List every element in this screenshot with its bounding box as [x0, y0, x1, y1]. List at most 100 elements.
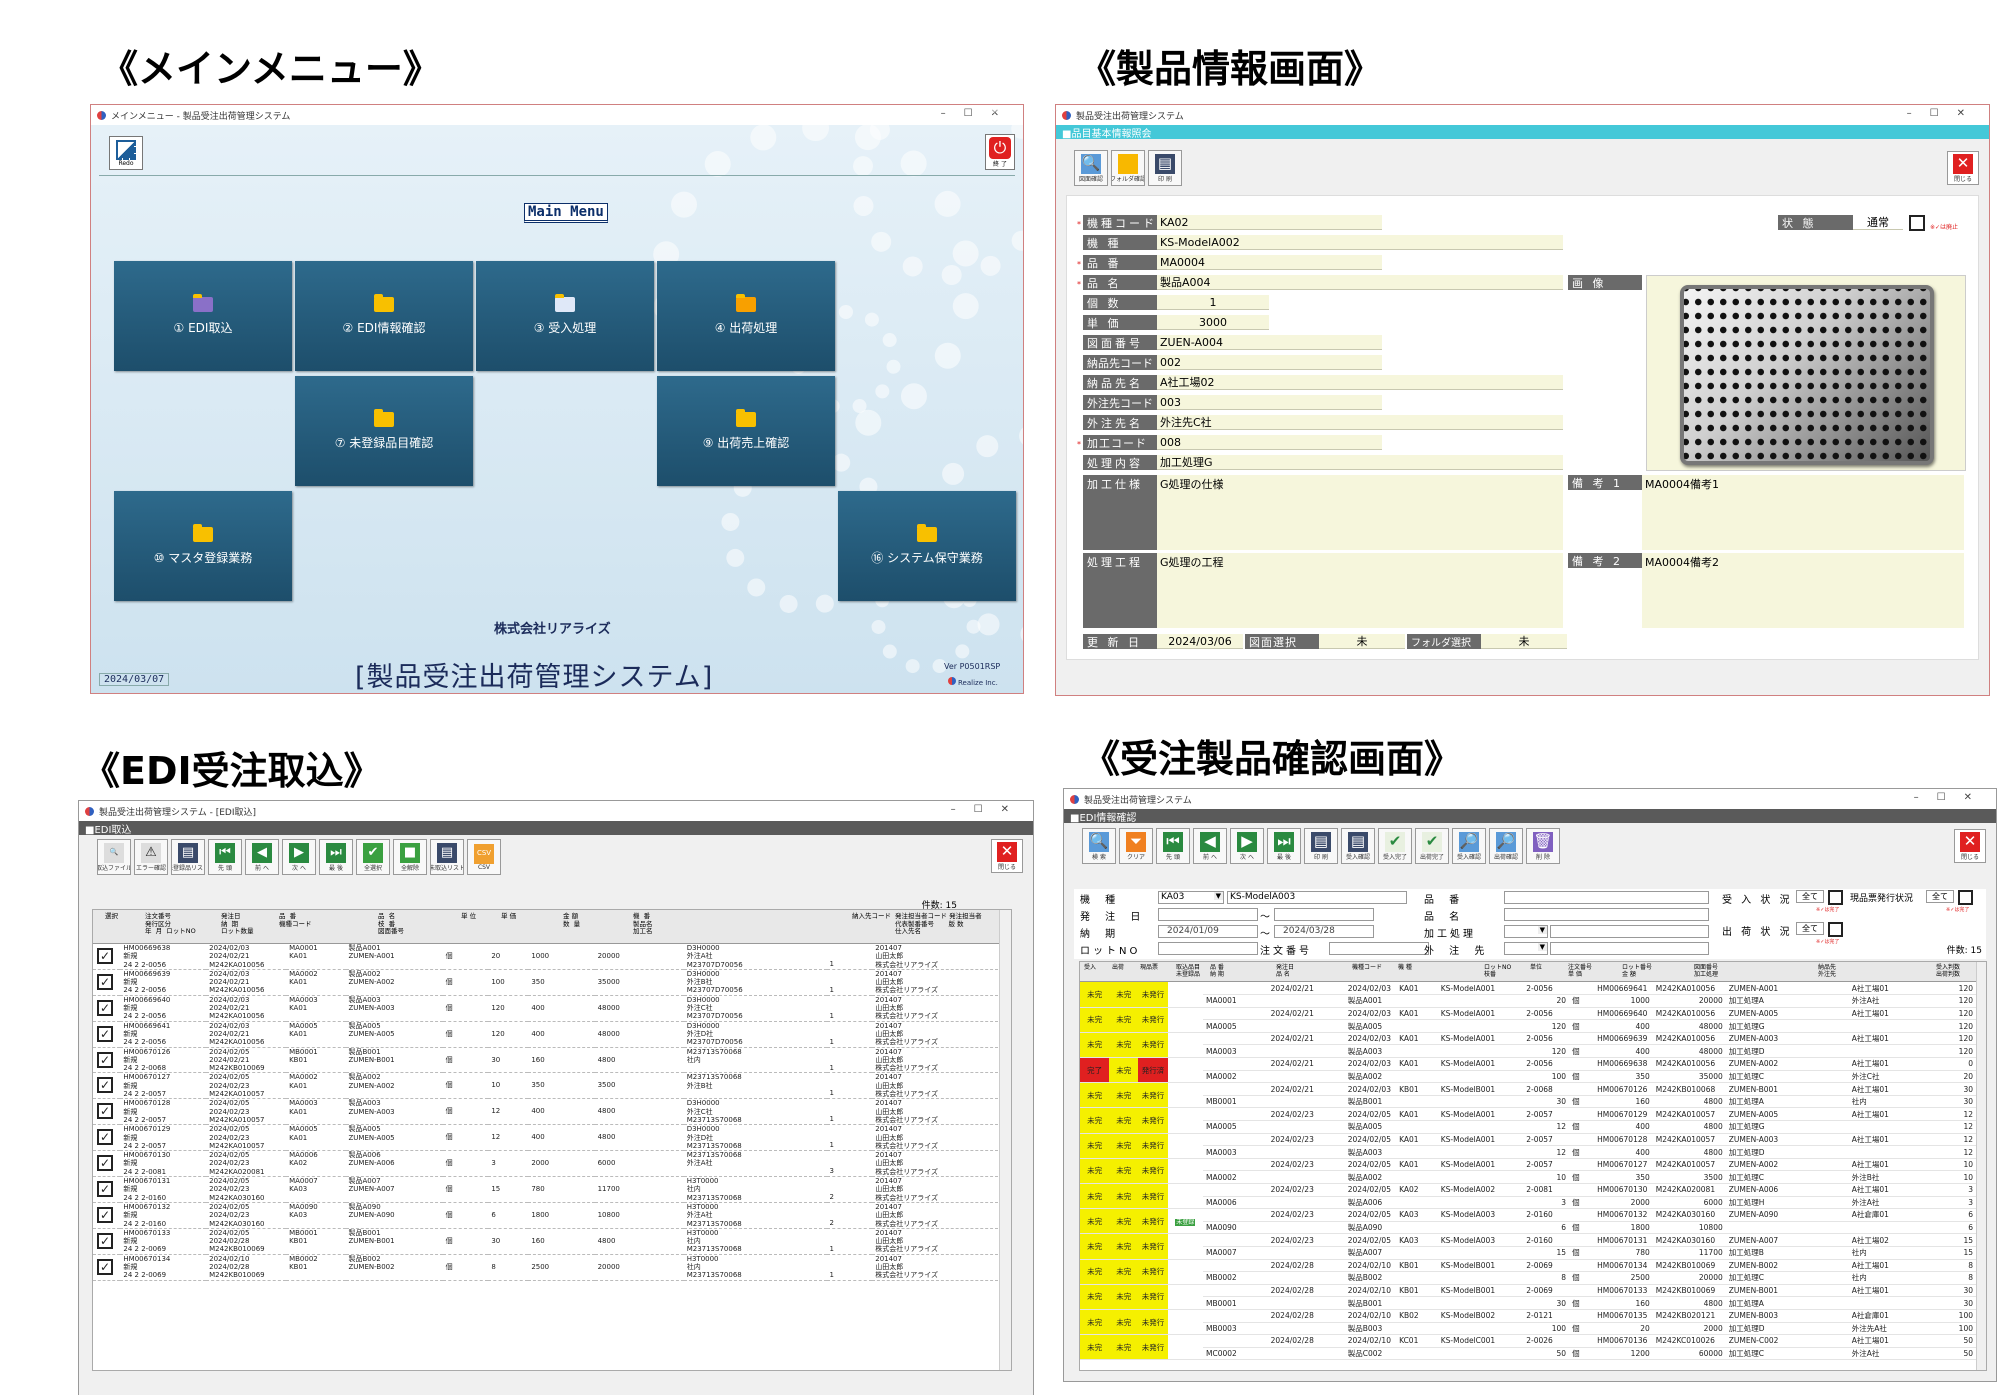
window-controls[interactable]: –☐✕	[1914, 792, 1990, 803]
field-value[interactable]: 008	[1157, 435, 1382, 450]
recv-select[interactable]: 全て	[1796, 890, 1824, 903]
last-button[interactable]: ⏭ 最 後	[1267, 828, 1301, 864]
csv-button[interactable]: CSV CSV	[467, 839, 501, 875]
prev-button[interactable]: ◀ 前 へ	[245, 839, 279, 875]
redo-button[interactable]: Redo	[109, 136, 143, 170]
vertical-scrollbar[interactable]	[1976, 962, 1986, 1370]
ship-check-button[interactable]: 🔎 出荷確認	[1489, 828, 1523, 864]
window-controls[interactable]: –☐✕	[951, 804, 1027, 815]
unregistered-list-button[interactable]: ▤未登録品リスト	[171, 839, 205, 875]
row-checkbox[interactable]: ✓	[97, 1181, 113, 1198]
status-checkbox[interactable]	[1909, 215, 1925, 231]
select-cell[interactable]: ✓	[93, 1047, 120, 1073]
proc-input[interactable]	[1550, 925, 1709, 938]
field-value[interactable]: KS-ModelA002	[1157, 235, 1563, 250]
table-row[interactable]: ✓ HM00669638 新規 24 2 2-0056 2024/02/03 2024/0…	[93, 944, 998, 970]
table-row[interactable]: ✓ HM00670132 新規 24 2 2-0160 2024/02/05 2024/0…	[93, 1202, 998, 1229]
field-value[interactable]: A社工場02	[1157, 375, 1563, 390]
table-row[interactable]: 未完 未完 未発行 2024/02/28 2024/02/10 KB01 KS-ModelB…	[1080, 1284, 1976, 1310]
note1-value[interactable]: MA0004備考1	[1642, 475, 1964, 550]
tile-edi-info[interactable]: ② EDI情報確認	[295, 261, 473, 371]
select-cell[interactable]: ✓	[93, 1228, 120, 1254]
select-all-button[interactable]: ✔ 全選択	[356, 839, 390, 875]
table-row[interactable]: ✓ HM00670127 新規 24 2 2-0057 2024/02/05 2024/0…	[93, 1073, 998, 1099]
order-no-input[interactable]	[1329, 942, 1429, 955]
delete-button[interactable]: 🗑 削 除	[1526, 828, 1560, 864]
close-button[interactable]: ✕ 閉じる	[1954, 829, 1986, 863]
table-row[interactable]: ✓ HM00670134 新規 24 2 2-0069 2024/02/10 2024/0…	[93, 1254, 998, 1281]
table-row[interactable]: ✓ HM00670130 新規 24 2 2-0081 2024/02/05 2024/0…	[93, 1151, 998, 1177]
row-checkbox[interactable]: ✓	[97, 1077, 113, 1094]
field-value[interactable]: 002	[1157, 355, 1382, 370]
field-value[interactable]: 外注先C社	[1157, 415, 1563, 430]
select-cell[interactable]: ✓	[93, 944, 120, 969]
clear-button[interactable]: ⏷ クリア	[1119, 828, 1153, 864]
ship-select[interactable]: 全て	[1796, 922, 1824, 935]
import-file-button[interactable]: 🔍 取込ファイル	[97, 839, 131, 875]
spec-value[interactable]: G処理の仕様	[1157, 475, 1563, 550]
table-row[interactable]: ✓ HM00670128 新規 24 2 2-0057 2024/02/05 2024/0…	[93, 1099, 998, 1125]
table-row[interactable]: ✓ HM00669640 新規 24 2 2-0056 2024/02/03 2024/0…	[93, 995, 998, 1022]
select-cell[interactable]: ✓	[93, 995, 120, 1021]
first-button[interactable]: ⏮ 先 頭	[1156, 828, 1190, 864]
field-value[interactable]: 製品A004	[1157, 275, 1563, 290]
table-row-sub[interactable]: MA0007 製品A007 15 個 780 11700 加工処理B 社内 15	[1080, 1246, 1976, 1260]
tile-receive[interactable]: ③ 受入処理	[476, 261, 654, 371]
folder-check-button[interactable]: フォルダ確認	[1111, 150, 1145, 186]
table-row[interactable]: ✓ HM00670131 新規 24 2 2-0160 2024/02/05 2024/0…	[93, 1177, 998, 1203]
field-value[interactable]: MA0004	[1157, 255, 1382, 270]
tile-unregistered[interactable]: ⑦ 未登録品目確認	[295, 376, 473, 486]
select-cell[interactable]: ✓	[93, 1254, 120, 1280]
print-button[interactable]: ▤ 印 刷	[1304, 828, 1338, 864]
table-row[interactable]: 未完 未完 未発行 2024/02/23 2024/02/05 KA01 KS-ModelA…	[1080, 1133, 1976, 1159]
part-input[interactable]	[1504, 891, 1709, 904]
table-row[interactable]: 未完 未完 未発行 2024/02/23 2024/02/05 KA03 KS-ModelA…	[1080, 1233, 1976, 1260]
row-checkbox[interactable]: ✓	[97, 1051, 113, 1068]
print-receive-button[interactable]: ▤ 受入確認	[1341, 828, 1375, 864]
select-cell[interactable]: ✓	[93, 969, 120, 995]
field-value[interactable]: 3000	[1157, 315, 1269, 330]
table-row-sub[interactable]: MA0003 製品A003 12 個 400 4800 加工処理D 12	[1080, 1145, 1976, 1159]
exit-button[interactable]: ⏻ 終 了	[985, 134, 1015, 170]
tile-ship[interactable]: ④ 出荷処理	[657, 261, 835, 371]
table-row[interactable]: ✓ HM00670133 新規 24 2 2-0069 2024/02/05 2024/0…	[93, 1228, 998, 1255]
proc-select[interactable]: ▼	[1504, 925, 1548, 938]
note2-value[interactable]: MA0004備考2	[1642, 553, 1964, 628]
row-checkbox[interactable]: ✓	[97, 1232, 113, 1249]
field-value[interactable]: KA02	[1157, 215, 1382, 230]
field-value[interactable]: 1	[1157, 295, 1269, 310]
field-value[interactable]: 未	[1319, 634, 1405, 649]
field-value[interactable]: 未	[1481, 634, 1567, 649]
row-checkbox[interactable]: ✓	[97, 1129, 113, 1146]
table-row-sub[interactable]: MC0002 製品C002 50 個 1200 60000 加工処理C 外注A社 50	[1080, 1347, 1976, 1361]
table-row[interactable]: 完了 未完 発行済 2024/02/21 2024/02/03 KA01 KS-ModelA…	[1080, 1057, 1976, 1084]
table-row-sub[interactable]: MB0002 製品B002 8 個 2500 20000 加工処理C 社内 8	[1080, 1271, 1976, 1285]
next-button[interactable]: ▶ 次 へ	[1230, 828, 1264, 864]
process-value[interactable]: G処理の工程	[1157, 553, 1563, 628]
recv-checkbox[interactable]	[1828, 890, 1843, 905]
table-row[interactable]: 未完 未完 未発行 2024/02/21 2024/02/03 KA01 KS-ModelA…	[1080, 1007, 1976, 1033]
next-button[interactable]: ▶ 次 へ	[282, 839, 316, 875]
vendor-select[interactable]: ▼	[1504, 942, 1548, 955]
window-controls[interactable]: –☐✕	[1907, 108, 1983, 119]
table-row[interactable]: 未完 未完 未発行 未登録 2024/02/23 2024/02/05 KA03 KS-Mod…	[1080, 1208, 1976, 1235]
first-button[interactable]: ⏮ 先 頭	[208, 839, 242, 875]
model-name-input[interactable]: KS-ModelA003	[1227, 891, 1407, 904]
ship-done-button[interactable]: ✔ 出荷完了	[1415, 828, 1449, 864]
close-button[interactable]: ✕ 閉じる	[1947, 151, 1979, 185]
select-cell[interactable]: ✓	[93, 1073, 120, 1099]
table-row-sub[interactable]: MA0090 製品A090 6 個 1800 10800 6	[1080, 1221, 1976, 1235]
close-button[interactable]: ✕ 閉じる	[991, 839, 1023, 873]
slip-checkbox[interactable]	[1958, 890, 1973, 905]
table-row[interactable]: 未完 未完 未発行 2024/02/23 2024/02/05 KA01 KS-ModelA…	[1080, 1158, 1976, 1185]
prev-button[interactable]: ◀ 前 へ	[1193, 828, 1227, 864]
search-button[interactable]: 🔍 検 索	[1082, 828, 1116, 864]
select-cell[interactable]: ✓	[93, 1202, 120, 1228]
table-row[interactable]: 未完 未完 未発行 2024/02/23 2024/02/05 KA02 KS-ModelA…	[1080, 1183, 1976, 1210]
row-checkbox[interactable]: ✓	[97, 1025, 113, 1042]
table-row-sub[interactable]: MA0005 製品A005 120 個 400 48000 加工処理G 120	[1080, 1019, 1976, 1033]
select-cell[interactable]: ✓	[93, 1151, 120, 1177]
table-row[interactable]: 未完 未完 未発行 2024/02/28 2024/02/10 KB02 KS-ModelB…	[1080, 1309, 1976, 1336]
table-row-sub[interactable]: MA0006 製品A006 3 個 2000 6000 加工処理H 外注A社 3	[1080, 1196, 1976, 1210]
row-checkbox[interactable]: ✓	[97, 999, 113, 1016]
